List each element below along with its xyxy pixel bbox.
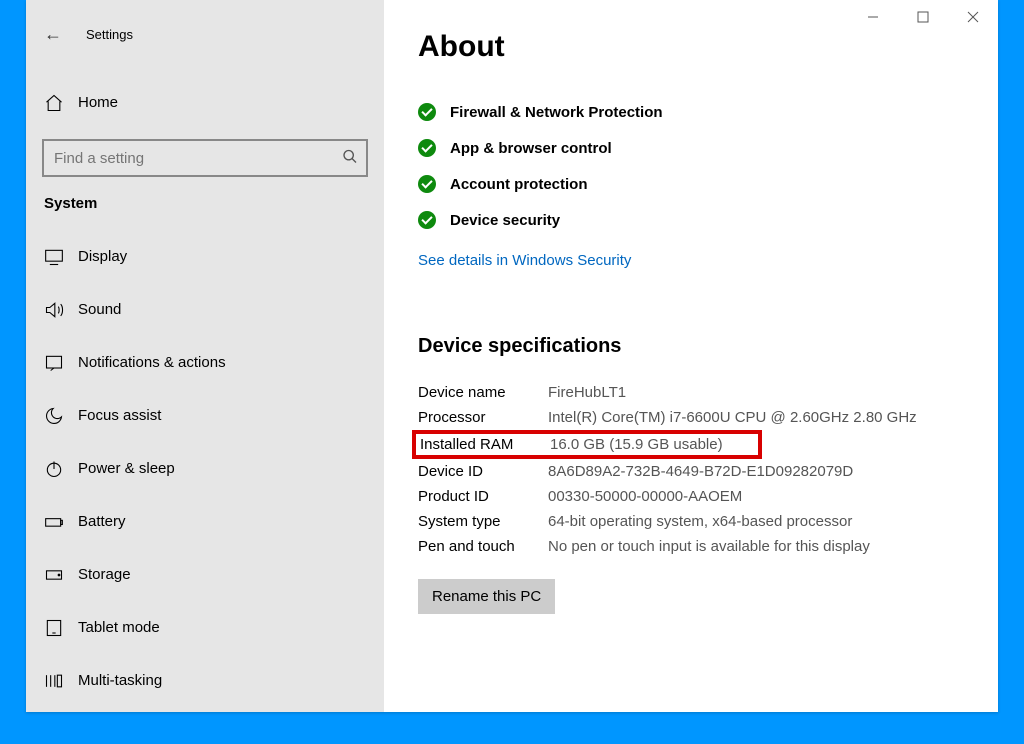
display-icon <box>44 247 78 267</box>
status-firewall: Firewall & Network Protection <box>418 94 964 130</box>
spec-value: Intel(R) Core(TM) i7-6600U CPU @ 2.60GHz… <box>548 409 964 426</box>
spec-label: Device name <box>418 384 548 401</box>
settings-window: ← Settings Home System Display <box>26 0 998 712</box>
nav: Home System Display Sound Notifications … <box>26 76 384 707</box>
topbar: ← Settings <box>26 14 384 54</box>
search-wrap <box>42 139 368 177</box>
security-status-list: Firewall & Network Protection App & brow… <box>418 94 964 238</box>
search-icon <box>342 149 358 168</box>
minimize-button[interactable] <box>848 0 898 34</box>
check-icon <box>418 175 436 193</box>
sound-icon <box>44 300 78 320</box>
nav-item-label: Power & sleep <box>78 460 175 477</box>
spec-value: 8A6D89A2-732B-4649-B72D-E1D09282079D <box>548 463 964 480</box>
status-label: App & browser control <box>450 140 612 157</box>
status-label: Firewall & Network Protection <box>450 104 663 121</box>
spec-device-name: Device name FireHubLT1 <box>418 380 964 405</box>
spec-product-id: Product ID 00330-50000-00000-AAOEM <box>418 484 964 509</box>
check-icon <box>418 139 436 157</box>
nav-item-label: Storage <box>78 566 131 583</box>
notifications-icon <box>44 353 78 373</box>
nav-item-label: Sound <box>78 301 121 318</box>
search-input[interactable] <box>42 139 368 177</box>
nav-item-label: Multi-tasking <box>78 672 162 689</box>
spec-value: No pen or touch input is available for t… <box>548 538 964 555</box>
storage-icon <box>44 565 78 585</box>
nav-display[interactable]: Display <box>26 230 384 283</box>
battery-icon <box>44 512 78 532</box>
windows-security-link[interactable]: See details in Windows Security <box>418 252 631 269</box>
rename-pc-button[interactable]: Rename this PC <box>418 579 555 614</box>
nav-power-sleep[interactable]: Power & sleep <box>26 442 384 495</box>
tablet-icon <box>44 618 78 638</box>
nav-section: System <box>26 195 384 212</box>
app-title: Settings <box>86 27 133 42</box>
spec-label: Installed RAM <box>420 436 550 453</box>
spec-device-id: Device ID 8A6D89A2-732B-4649-B72D-E1D092… <box>418 459 964 484</box>
nav-item-label: Display <box>78 248 127 265</box>
status-app-browser: App & browser control <box>418 130 964 166</box>
spec-value: 00330-50000-00000-AAOEM <box>548 488 964 505</box>
device-spec-title: Device specifications <box>418 335 964 358</box>
nav-storage[interactable]: Storage <box>26 548 384 601</box>
spec-label: Product ID <box>418 488 548 505</box>
nav-multitasking[interactable]: Multi-tasking <box>26 654 384 707</box>
check-icon <box>418 211 436 229</box>
spec-system-type: System type 64-bit operating system, x64… <box>418 509 964 534</box>
page-title: About <box>418 30 964 64</box>
window-controls <box>848 0 998 34</box>
status-device-security: Device security <box>418 202 964 238</box>
spec-pen-touch: Pen and touch No pen or touch input is a… <box>418 534 964 559</box>
sidebar: ← Settings Home System Display <box>26 0 384 712</box>
nav-item-label: Tablet mode <box>78 619 160 636</box>
content: About Firewall & Network Protection App … <box>384 0 998 712</box>
spec-label: Pen and touch <box>418 538 548 555</box>
spec-label: Processor <box>418 409 548 426</box>
nav-tablet-mode[interactable]: Tablet mode <box>26 601 384 654</box>
spec-installed-ram: Installed RAM 16.0 GB (15.9 GB usable) <box>412 430 762 459</box>
spec-label: System type <box>418 513 548 530</box>
check-icon <box>418 103 436 121</box>
status-label: Device security <box>450 212 560 229</box>
spec-processor: Processor Intel(R) Core(TM) i7-6600U CPU… <box>418 405 964 430</box>
nav-item-label: Focus assist <box>78 407 161 424</box>
close-button[interactable] <box>948 0 998 34</box>
nav-sound[interactable]: Sound <box>26 283 384 336</box>
back-icon[interactable]: ← <box>44 24 76 45</box>
nav-focus-assist[interactable]: Focus assist <box>26 389 384 442</box>
spec-value: FireHubLT1 <box>548 384 964 401</box>
nav-notifications[interactable]: Notifications & actions <box>26 336 384 389</box>
spec-value: 64-bit operating system, x64-based proce… <box>548 513 964 530</box>
spec-value: 16.0 GB (15.9 GB usable) <box>550 436 754 453</box>
nav-item-label: Notifications & actions <box>78 354 226 371</box>
spec-label: Device ID <box>418 463 548 480</box>
power-icon <box>44 459 78 479</box>
nav-home-label: Home <box>78 94 118 111</box>
nav-item-label: Battery <box>78 513 126 530</box>
nav-home[interactable]: Home <box>26 76 384 129</box>
status-label: Account protection <box>450 176 588 193</box>
focus-assist-icon <box>44 406 78 426</box>
maximize-button[interactable] <box>898 0 948 34</box>
home-icon <box>44 93 78 113</box>
multitasking-icon <box>44 671 78 691</box>
nav-battery[interactable]: Battery <box>26 495 384 548</box>
status-account: Account protection <box>418 166 964 202</box>
